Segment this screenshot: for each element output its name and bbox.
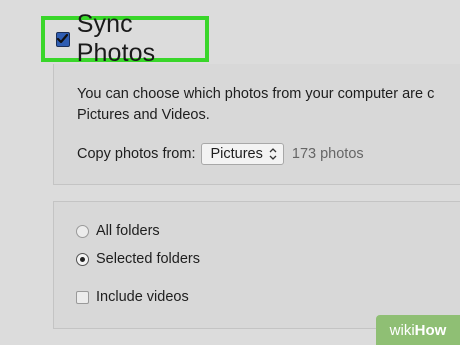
- sync-photos-checkbox[interactable]: [56, 31, 70, 47]
- all-folders-option[interactable]: All folders: [76, 223, 160, 239]
- include-videos-option[interactable]: Include videos: [76, 289, 189, 305]
- watermark-prefix: wiki: [389, 321, 415, 339]
- all-folders-label[interactable]: All folders: [96, 223, 160, 239]
- include-videos-checkbox[interactable]: [76, 290, 89, 304]
- copy-photos-label: Copy photos from:: [77, 146, 196, 162]
- photo-count: 173 photos: [291, 146, 364, 162]
- watermark-suffix: How: [414, 321, 447, 339]
- copy-photos-selected-value: Pictures: [210, 146, 263, 162]
- selected-folders-option[interactable]: Selected folders: [76, 251, 200, 267]
- wikihow-watermark: wiki How: [376, 315, 460, 345]
- selected-folders-radio[interactable]: [76, 252, 89, 266]
- description-line-2: Pictures and Videos.: [77, 107, 210, 123]
- sync-photos-label[interactable]: Sync Photos: [77, 10, 205, 68]
- sync-photos-highlight: Sync Photos: [41, 10, 209, 67]
- copy-photos-row: Copy photos from: Pictures 173 photos: [77, 143, 364, 165]
- copy-photos-select[interactable]: Pictures: [201, 143, 284, 165]
- up-down-chevron-icon: [269, 148, 277, 160]
- all-folders-radio[interactable]: [76, 224, 89, 238]
- include-videos-label[interactable]: Include videos: [96, 289, 189, 305]
- selected-folders-label[interactable]: Selected folders: [96, 251, 200, 267]
- checkmark-icon: [57, 34, 69, 44]
- description-line-1: You can choose which photos from your co…: [77, 86, 435, 102]
- sync-description: You can choose which photos from your co…: [77, 84, 460, 126]
